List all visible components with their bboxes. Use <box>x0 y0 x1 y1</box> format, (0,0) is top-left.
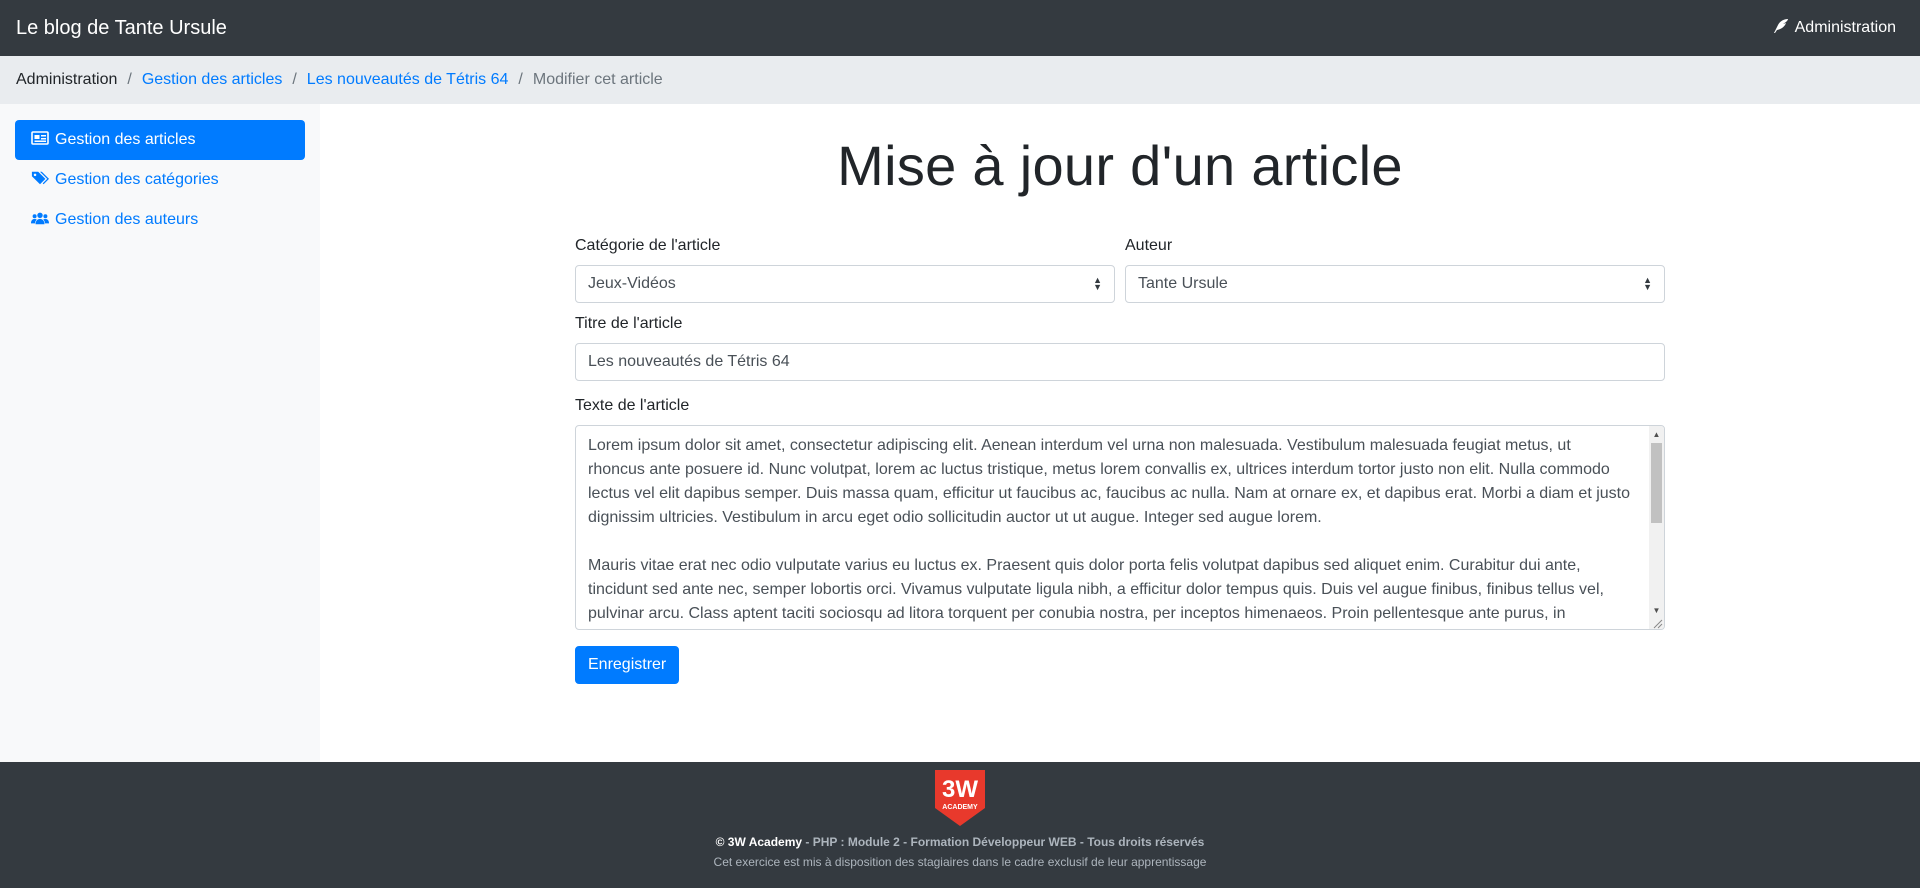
feather-icon <box>1773 18 1789 39</box>
text-paragraph: Mauris vitae erat nec odio vulputate var… <box>588 557 1604 623</box>
breadcrumb-articles-link[interactable]: Gestion des articles <box>142 71 283 89</box>
administration-link[interactable]: Administration <box>1773 18 1896 39</box>
author-select[interactable]: Tante Ursule ▲ ▼ <box>1125 265 1665 304</box>
sidebar-item-label: Gestion des catégories <box>55 171 219 188</box>
footer-course: - PHP : Module 2 - Formation Développeur… <box>802 835 1205 849</box>
author-group: Auteur Tante Ursule ▲ ▼ <box>1125 237 1665 304</box>
text-label: Texte de l'article <box>575 397 690 415</box>
top-navbar: Le blog de Tante Ursule Administration <box>0 0 1920 56</box>
breadcrumb-separator: / <box>518 71 523 88</box>
newspaper-icon <box>31 130 55 151</box>
text-paragraph: Lorem ipsum dolor sit amet, consectetur … <box>588 437 1630 527</box>
sidebar: Gestion des articles Gestion des catégor… <box>0 104 320 762</box>
category-label: Catégorie de l'article <box>575 237 721 255</box>
scrollbar-thumb[interactable] <box>1651 443 1662 524</box>
article-text-textarea[interactable]: Lorem ipsum dolor sit amet, consectetur … <box>575 425 1665 631</box>
category-select-value: Jeux-Vidéos <box>588 275 676 293</box>
administration-link-label: Administration <box>1794 19 1896 36</box>
save-button[interactable]: Enregistrer <box>575 646 680 685</box>
svg-text:3W: 3W <box>942 776 978 803</box>
breadcrumb-article-link[interactable]: Les nouveautés de Tétris 64 <box>307 71 509 89</box>
textarea-content: Lorem ipsum dolor sit amet, consectetur … <box>576 426 1664 626</box>
title-label: Titre de l'article <box>575 315 683 333</box>
title-input-value: Les nouveautés de Tétris 64 <box>588 353 790 371</box>
footer-copyright: © 3W Academy <box>715 835 803 849</box>
author-select-value: Tante Ursule <box>1138 275 1228 293</box>
3w-academy-logo: 3W ACADEMY <box>934 769 986 827</box>
textarea-scrollbar[interactable]: ▲ ▼ <box>1649 426 1664 630</box>
tags-icon <box>31 170 55 191</box>
sidebar-item-authors[interactable]: Gestion des auteurs <box>15 200 305 240</box>
breadcrumb-current: Modifier cet article <box>532 71 663 88</box>
category-group: Catégorie de l'article Jeux-Vidéos ▲ ▼ <box>575 237 1115 304</box>
scroll-up-icon[interactable]: ▲ <box>1649 427 1664 441</box>
select-arrows-icon: ▲ ▼ <box>1093 275 1102 293</box>
category-select[interactable]: Jeux-Vidéos ▲ ▼ <box>575 265 1115 304</box>
page-title: Mise à jour d'un article <box>837 134 1403 197</box>
users-icon <box>31 210 55 231</box>
breadcrumb: Administration / Gestion des articles / … <box>0 56 1920 104</box>
breadcrumb-administration: Administration <box>16 71 118 88</box>
footer-copyright-line: © 3W Academy - PHP : Module 2 - Formatio… <box>0 835 1920 849</box>
footer-notice: Cet exercice est mis à disposition des s… <box>713 855 1207 869</box>
svg-text:ACADEMY: ACADEMY <box>942 804 978 811</box>
breadcrumb-separator: / <box>292 71 297 88</box>
text-group: Texte de l'article Lorem ipsum dolor sit… <box>575 397 1665 631</box>
sidebar-item-categories[interactable]: Gestion des catégories <box>15 160 305 200</box>
breadcrumb-separator: / <box>127 71 132 88</box>
select-arrows-icon: ▲ ▼ <box>1643 275 1652 293</box>
site-brand[interactable]: Le blog de Tante Ursule <box>16 17 227 40</box>
title-input[interactable]: Les nouveautés de Tétris 64 <box>575 343 1665 382</box>
sidebar-item-label: Gestion des articles <box>55 131 196 148</box>
select-row: Catégorie de l'article Jeux-Vidéos ▲ ▼ Au… <box>575 237 1665 304</box>
scroll-down-icon[interactable]: ▼ <box>1649 603 1664 617</box>
resize-grip-icon[interactable] <box>1651 616 1663 629</box>
title-group: Titre de l'article Les nouveautés de Tét… <box>575 315 1665 382</box>
footer: 3W ACADEMY © 3W Academy - PHP : Module 2… <box>0 762 1920 888</box>
main-content: Mise à jour d'un article Catégorie de l'… <box>575 104 1665 685</box>
sidebar-item-articles[interactable]: Gestion des articles <box>15 120 305 160</box>
sidebar-item-label: Gestion des auteurs <box>55 211 199 228</box>
author-label: Auteur <box>1125 237 1173 255</box>
